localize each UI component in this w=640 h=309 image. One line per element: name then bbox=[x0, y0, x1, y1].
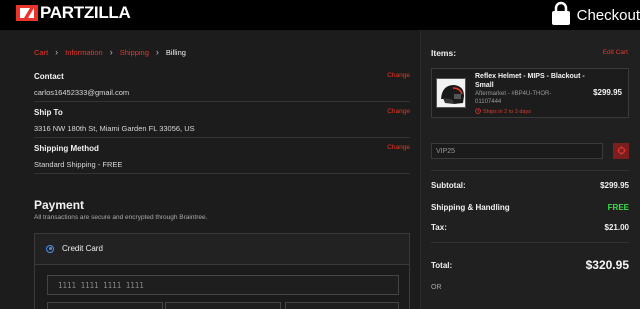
credit-card-label: Credit Card bbox=[62, 244, 103, 253]
contact-section: Contact carlos16452333@gmail.com Change bbox=[34, 72, 410, 102]
logo-text: PARTZILLA bbox=[40, 3, 131, 22]
apply-arrow-icon bbox=[617, 142, 626, 160]
total-value: $320.95 bbox=[585, 258, 629, 272]
card-number-input[interactable]: 1111 1111 1111 1111 bbox=[47, 275, 399, 295]
logo-mark-icon bbox=[16, 5, 38, 21]
contact-title: Contact bbox=[34, 72, 64, 81]
breadcrumb-information[interactable]: Information bbox=[65, 48, 103, 57]
summary-divider bbox=[431, 170, 629, 171]
credit-card-option[interactable]: Credit Card bbox=[46, 244, 103, 253]
chevron-right-icon: › bbox=[55, 47, 59, 57]
total-divider bbox=[431, 242, 629, 243]
shipping-value: FREE bbox=[607, 203, 629, 212]
breadcrumb: Cart › Information › Shipping › Billing bbox=[34, 47, 186, 57]
cvv-input[interactable] bbox=[285, 302, 399, 309]
tax-label: Tax: bbox=[431, 223, 447, 232]
card-fields-panel: 1111 1111 1111 1111 bbox=[35, 264, 409, 309]
breadcrumb-shipping[interactable]: Shipping bbox=[120, 48, 149, 57]
subtotal-row: Subtotal: $299.95 bbox=[431, 181, 629, 190]
radio-selected-dot bbox=[48, 247, 52, 250]
subtotal-label: Subtotal: bbox=[431, 181, 466, 190]
total-row: Total: $320.95 bbox=[431, 258, 629, 272]
checkout-title: Checkout bbox=[576, 6, 640, 24]
breadcrumb-billing: Billing bbox=[165, 47, 186, 57]
item-sku: Aftermarket - #BP4U-THOR-01107444 bbox=[475, 91, 552, 105]
item-name[interactable]: Reflex Helmet - MIPS - Blackout - Small bbox=[475, 73, 591, 90]
breadcrumb-cart[interactable]: Cart bbox=[34, 48, 48, 57]
or-separator: OR bbox=[431, 284, 442, 291]
promo-code-input[interactable]: VIP25 bbox=[431, 143, 603, 159]
payment-method-box: Credit Card 1111 1111 1111 1111 bbox=[34, 233, 410, 309]
item-ship-note: Ships in 2 to 3 days bbox=[475, 108, 531, 116]
shipping-method-change-link[interactable]: Change bbox=[387, 144, 410, 151]
helmet-image bbox=[436, 78, 466, 108]
apply-promo-button[interactable] bbox=[613, 143, 629, 159]
contact-change-link[interactable]: Change bbox=[387, 72, 410, 79]
shipping-method-value: Standard Shipping - FREE bbox=[34, 160, 123, 169]
payment-subtitle: All transactions are secure and encrypte… bbox=[34, 214, 208, 221]
clock-icon bbox=[475, 108, 481, 116]
lock-icon bbox=[550, 1, 572, 30]
expiry-month-select[interactable] bbox=[47, 302, 163, 309]
order-summary: Items: Edit Cart Reflex Helmet - MIPS - … bbox=[420, 30, 640, 309]
checkout-header: Checkout bbox=[550, 1, 640, 30]
tax-value: $21.00 bbox=[604, 223, 629, 232]
ship-to-title: Ship To bbox=[34, 108, 63, 117]
shipping-method-title: Shipping Method bbox=[34, 144, 99, 153]
shipping-method-section: Shipping Method Standard Shipping - FREE… bbox=[34, 144, 410, 174]
items-title: Items: bbox=[431, 48, 457, 58]
chevron-right-icon: › bbox=[109, 47, 113, 57]
shipping-row: Shipping & Handling FREE bbox=[431, 203, 629, 212]
ship-to-change-link[interactable]: Change bbox=[387, 108, 410, 115]
expiry-year-select[interactable] bbox=[165, 302, 281, 309]
ship-to-section: Ship To 3316 NW 180th St, Miami Garden F… bbox=[34, 108, 410, 138]
ship-to-address: 3316 NW 180th St, Miami Garden FL 33056,… bbox=[34, 124, 195, 133]
chevron-right-icon: › bbox=[155, 47, 159, 57]
payment-title: Payment bbox=[34, 198, 85, 212]
partzilla-logo[interactable]: PARTZILLA bbox=[16, 3, 131, 22]
item-ship-text: Ships in 2 to 3 days bbox=[483, 109, 532, 115]
tax-row: Tax: $21.00 bbox=[431, 223, 629, 232]
top-header: PARTZILLA Checkout bbox=[0, 0, 640, 30]
edit-cart-link[interactable]: Edit Cart bbox=[603, 49, 628, 56]
total-label: Total: bbox=[431, 260, 453, 270]
checkout-main: Cart › Information › Shipping › Billing … bbox=[0, 30, 420, 309]
contact-email: carlos16452333@gmail.com bbox=[34, 88, 130, 97]
cart-item: Reflex Helmet - MIPS - Blackout - Small … bbox=[431, 68, 629, 118]
shipping-label: Shipping & Handling bbox=[431, 203, 510, 212]
credit-card-radio[interactable] bbox=[46, 244, 54, 253]
subtotal-value: $299.95 bbox=[600, 181, 629, 190]
item-price: $299.95 bbox=[593, 88, 622, 97]
